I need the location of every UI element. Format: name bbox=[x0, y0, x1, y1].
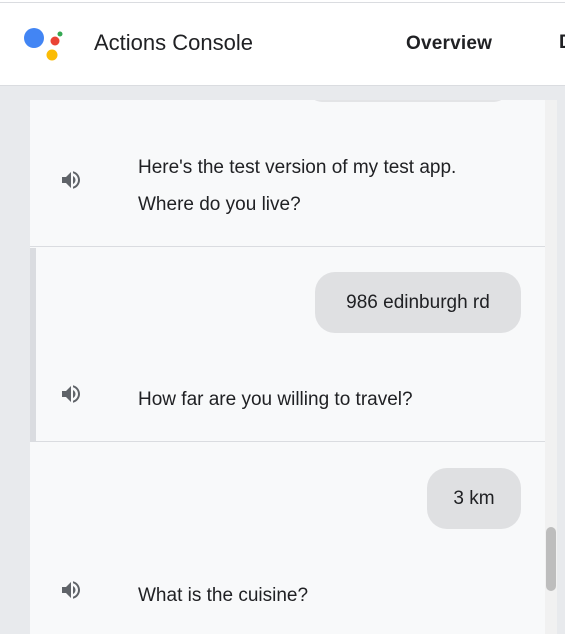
app-title: Actions Console bbox=[94, 30, 253, 55]
top-divider bbox=[0, 2, 565, 3]
top-bar: Actions Console Overview D bbox=[0, 0, 565, 86]
speaker-icon[interactable] bbox=[58, 168, 84, 192]
conversation-turn: Here's the test version of my test app. … bbox=[30, 100, 545, 247]
speaker-icon[interactable] bbox=[58, 578, 84, 602]
user-message-chip: 3 km bbox=[427, 468, 521, 529]
conversation-turn: 3 km What is the cuisine? bbox=[30, 443, 545, 634]
conversation-turn: 986 edinburgh rd How far are you willing… bbox=[30, 248, 545, 442]
google-assistant-logo bbox=[24, 28, 63, 61]
assistant-response: Here's the test version of my test app. … bbox=[138, 149, 528, 223]
assistant-line: Here's the test version of my test app. bbox=[138, 157, 457, 178]
assistant-response: What is the cuisine? bbox=[138, 577, 528, 614]
nav-next-item-label: D bbox=[559, 32, 565, 52]
scrollbar-thumb[interactable] bbox=[546, 527, 556, 591]
assistant-line: What is the cuisine? bbox=[138, 585, 309, 606]
assistant-line: Where do you live? bbox=[138, 194, 301, 215]
assistant-line: How far are you willing to travel? bbox=[138, 389, 413, 410]
assistant-response: How far are you willing to travel? bbox=[138, 381, 528, 418]
nav-next-item[interactable]: D bbox=[559, 32, 565, 52]
user-message-chip: 986 edinburgh rd bbox=[315, 272, 521, 333]
speaker-icon[interactable] bbox=[58, 382, 84, 406]
nav-overview[interactable]: Overview bbox=[406, 33, 492, 55]
simulator-conversation[interactable]: Here's the test version of my test app. … bbox=[30, 100, 557, 634]
